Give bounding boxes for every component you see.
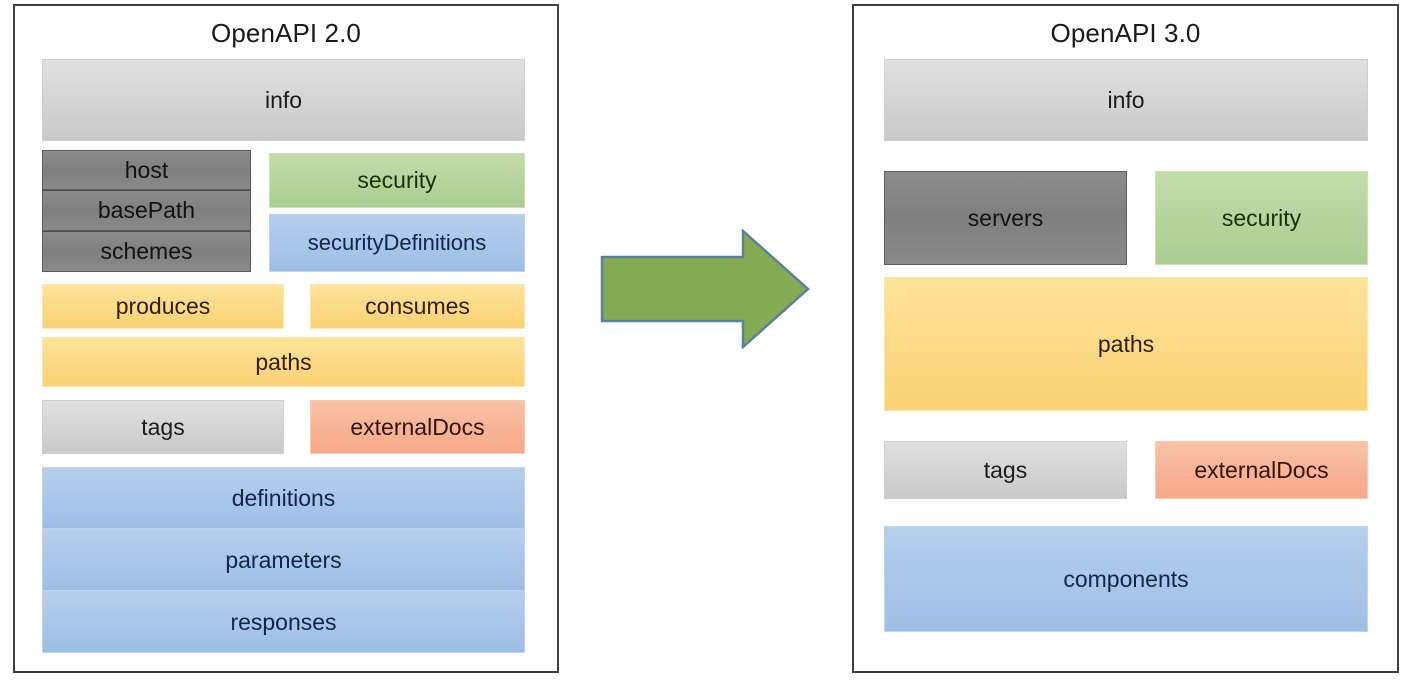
v2-block-externaldocs[interactable]: externalDocs	[310, 400, 525, 454]
v2-block-schemes-label: schemes	[100, 238, 193, 264]
v3-block-paths-label: paths	[1097, 330, 1155, 357]
v3-block-externaldocs-label: externalDocs	[1194, 456, 1329, 483]
v3-block-security[interactable]: security	[1155, 171, 1368, 265]
v3-block-info[interactable]: info	[884, 59, 1368, 141]
v2-block-responses[interactable]: responses	[42, 591, 525, 653]
v2-block-paths-label: paths	[255, 348, 312, 375]
v2-block-produces[interactable]: produces	[42, 284, 284, 329]
v2-block-security-label: security	[357, 167, 437, 193]
v3-block-externaldocs[interactable]: externalDocs	[1155, 441, 1368, 499]
v2-block-security[interactable]: security	[269, 153, 525, 208]
v2-block-tags[interactable]: tags	[42, 400, 284, 454]
v2-block-consumes-label: consumes	[365, 293, 470, 319]
v3-block-security-label: security	[1221, 204, 1302, 231]
v2-block-info-label: info	[264, 86, 303, 113]
v2-block-parameters[interactable]: parameters	[42, 529, 525, 591]
v3-block-info-label: info	[1107, 86, 1145, 113]
v2-block-paths[interactable]: paths	[42, 337, 525, 387]
openapi-3-panel: OpenAPI 3.0 info servers security paths …	[852, 4, 1399, 673]
v2-block-definitions-label: definitions	[231, 484, 336, 511]
v2-block-tags-label: tags	[141, 413, 185, 440]
v3-block-components-label: components	[1063, 565, 1189, 592]
v3-block-tags-label: tags	[983, 456, 1028, 483]
openapi-3-title: OpenAPI 3.0	[1050, 18, 1201, 48]
v2-block-host-label: host	[124, 156, 169, 183]
v3-block-paths[interactable]: paths	[884, 277, 1368, 411]
diagram-canvas: OpenAPI 2.0 info host basePath schemes s…	[0, 0, 1414, 686]
v2-block-host[interactable]: host	[42, 150, 251, 190]
v2-block-consumes[interactable]: consumes	[310, 284, 525, 329]
v3-block-components[interactable]: components	[884, 526, 1368, 632]
openapi-2-panel: OpenAPI 2.0 info host basePath schemes s…	[13, 4, 559, 673]
v2-block-responses-label: responses	[230, 608, 337, 635]
v2-block-externaldocs-label: externalDocs	[350, 413, 485, 440]
v2-block-basepath-label: basePath	[97, 197, 196, 223]
v3-block-servers-label: servers	[967, 204, 1044, 231]
transform-arrow-icon	[600, 229, 810, 349]
v2-block-securitydefinitions-label: securityDefinitions	[307, 230, 487, 255]
v3-block-servers[interactable]: servers	[884, 171, 1127, 265]
v3-block-tags[interactable]: tags	[884, 441, 1127, 499]
v2-block-securitydefinitions[interactable]: securityDefinitions	[269, 214, 525, 272]
v2-block-definitions[interactable]: definitions	[42, 467, 525, 529]
v2-block-parameters-label: parameters	[225, 546, 342, 573]
openapi-2-title: OpenAPI 2.0	[211, 18, 361, 48]
v2-block-produces-label: produces	[115, 293, 211, 319]
v2-block-basepath[interactable]: basePath	[42, 190, 251, 231]
v2-block-info[interactable]: info	[42, 59, 525, 141]
v2-block-schemes[interactable]: schemes	[42, 231, 251, 272]
